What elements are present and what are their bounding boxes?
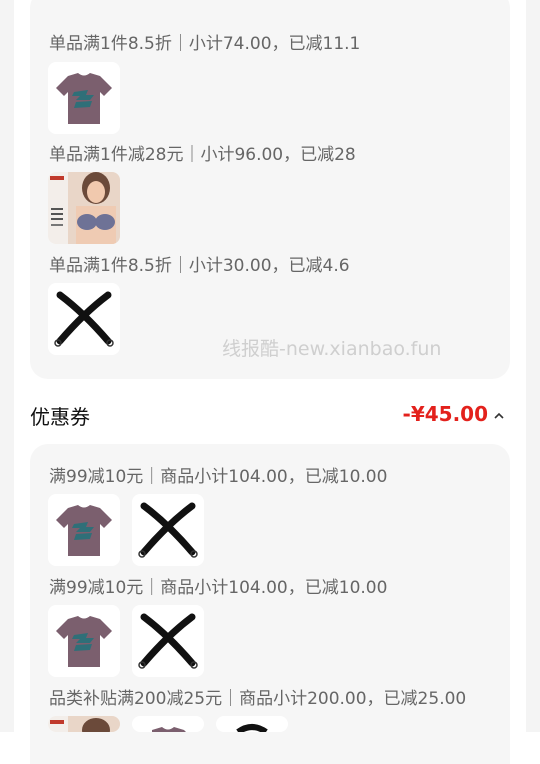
promotion-line-3: 单品满1件8.5折｜小计30.00，已减4.6 bbox=[49, 256, 350, 276]
watermark-text: 线报酷-new.xianbao.fun bbox=[222, 338, 442, 360]
coupon-thumb-tshirt-1[interactable] bbox=[48, 494, 120, 566]
product-thumb-tshirt[interactable] bbox=[48, 62, 120, 134]
product-thumb-bra[interactable] bbox=[48, 172, 120, 244]
strap-image bbox=[236, 724, 268, 732]
coupon-thumb-tshirt-2[interactable] bbox=[48, 605, 120, 677]
coupon-thumb-strap-2[interactable] bbox=[132, 605, 204, 677]
page-edge-left bbox=[0, 0, 14, 732]
chevron-up-icon[interactable] bbox=[492, 408, 506, 422]
promotion-line-1: 单品满1件8.5折｜小计74.00，已减11.1 bbox=[49, 34, 361, 54]
tshirt-image bbox=[56, 616, 112, 667]
strap-image bbox=[138, 613, 198, 669]
coupon-thumb-strap-1[interactable] bbox=[132, 494, 204, 566]
coupon-line-1: 满99减10元｜商品小计104.00，已减10.00 bbox=[49, 467, 388, 487]
strap-image bbox=[54, 291, 114, 347]
coupon-line-2: 满99减10元｜商品小计104.00，已减10.00 bbox=[49, 578, 388, 598]
coupon-thumb-strap-3[interactable] bbox=[216, 716, 288, 732]
lingerie-image bbox=[48, 172, 120, 244]
coupon-thumb-bra-3[interactable] bbox=[48, 716, 120, 732]
tshirt-image bbox=[152, 727, 186, 732]
coupon-amount: -¥45.00 bbox=[402, 402, 488, 426]
coupon-section-title: 优惠券 bbox=[30, 405, 90, 429]
tshirt-image bbox=[56, 73, 112, 124]
product-thumb-strap[interactable] bbox=[48, 283, 120, 355]
page-edge-right bbox=[526, 0, 540, 732]
strap-image bbox=[138, 502, 198, 558]
tshirt-image bbox=[56, 505, 112, 556]
promotion-line-2: 单品满1件减28元｜小计96.00，已减28 bbox=[49, 145, 356, 165]
lingerie-image bbox=[48, 716, 120, 732]
coupon-line-3: 品类补贴满200减25元｜商品小计200.00，已减25.00 bbox=[49, 689, 467, 709]
coupon-thumb-tshirt-3[interactable] bbox=[132, 716, 204, 732]
